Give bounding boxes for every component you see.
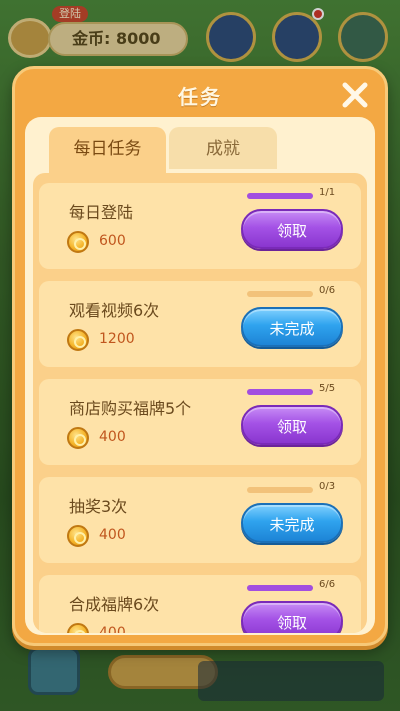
progress-bar bbox=[247, 585, 313, 591]
task-list[interactable]: 每日登陆 600 1/1 领取 观看视频6次 1200 0/6 未完成 商店购买… bbox=[33, 173, 367, 633]
tab-achievements[interactable]: 成就 bbox=[169, 127, 277, 169]
coin-icon bbox=[67, 427, 89, 449]
progress-text: 6/6 bbox=[319, 579, 336, 590]
task-item: 抽奖3次 400 0/3 未完成 bbox=[39, 477, 361, 563]
task-reward: 1200 bbox=[99, 331, 135, 347]
progress-bar bbox=[247, 291, 313, 297]
coin-icon bbox=[67, 525, 89, 547]
progress-text: 0/3 bbox=[319, 481, 336, 492]
close-x-icon bbox=[342, 82, 368, 108]
task-name: 抽奖3次 bbox=[69, 497, 128, 516]
task-reward: 400 bbox=[99, 527, 126, 543]
incomplete-button[interactable]: 未完成 bbox=[241, 307, 343, 347]
task-name: 观看视频6次 bbox=[69, 301, 160, 320]
tab-daily-tasks[interactable]: 每日任务 bbox=[49, 127, 166, 175]
task-item: 每日登陆 600 1/1 领取 bbox=[39, 183, 361, 269]
incomplete-button[interactable]: 未完成 bbox=[241, 503, 343, 543]
progress-text: 0/6 bbox=[319, 285, 336, 296]
coin-icon bbox=[67, 231, 89, 253]
task-modal: 任务 每日任务 成就 每日登陆 600 1/1 领取 观看视频6次 1200 0… bbox=[12, 66, 388, 646]
coin-icon bbox=[67, 329, 89, 351]
progress-bar bbox=[247, 389, 313, 395]
task-item: 观看视频6次 1200 0/6 未完成 bbox=[39, 281, 361, 367]
progress-bar bbox=[247, 193, 313, 199]
progress-fill bbox=[247, 193, 313, 199]
modal-title: 任务 bbox=[178, 85, 222, 109]
progress-text: 5/5 bbox=[319, 383, 336, 394]
progress-bar bbox=[247, 487, 313, 493]
task-item: 商店购买福牌5个 400 5/5 领取 bbox=[39, 379, 361, 465]
task-reward: 400 bbox=[99, 625, 126, 633]
task-name: 每日登陆 bbox=[69, 203, 134, 222]
claim-button[interactable]: 领取 bbox=[241, 601, 343, 633]
task-reward: 400 bbox=[99, 429, 126, 445]
progress-text: 1/1 bbox=[319, 187, 336, 198]
task-name: 合成福牌6次 bbox=[69, 595, 160, 614]
modal-content: 每日任务 成就 每日登陆 600 1/1 领取 观看视频6次 1200 0/6 … bbox=[25, 117, 375, 635]
progress-fill bbox=[247, 585, 313, 591]
progress-fill bbox=[247, 389, 313, 395]
task-reward: 600 bbox=[99, 233, 126, 249]
coin-icon bbox=[67, 623, 89, 633]
claim-button[interactable]: 领取 bbox=[241, 209, 343, 249]
claim-button[interactable]: 领取 bbox=[241, 405, 343, 445]
task-item: 合成福牌6次 400 6/6 领取 bbox=[39, 575, 361, 633]
close-button[interactable] bbox=[337, 77, 373, 113]
task-name: 商店购买福牌5个 bbox=[69, 399, 192, 418]
